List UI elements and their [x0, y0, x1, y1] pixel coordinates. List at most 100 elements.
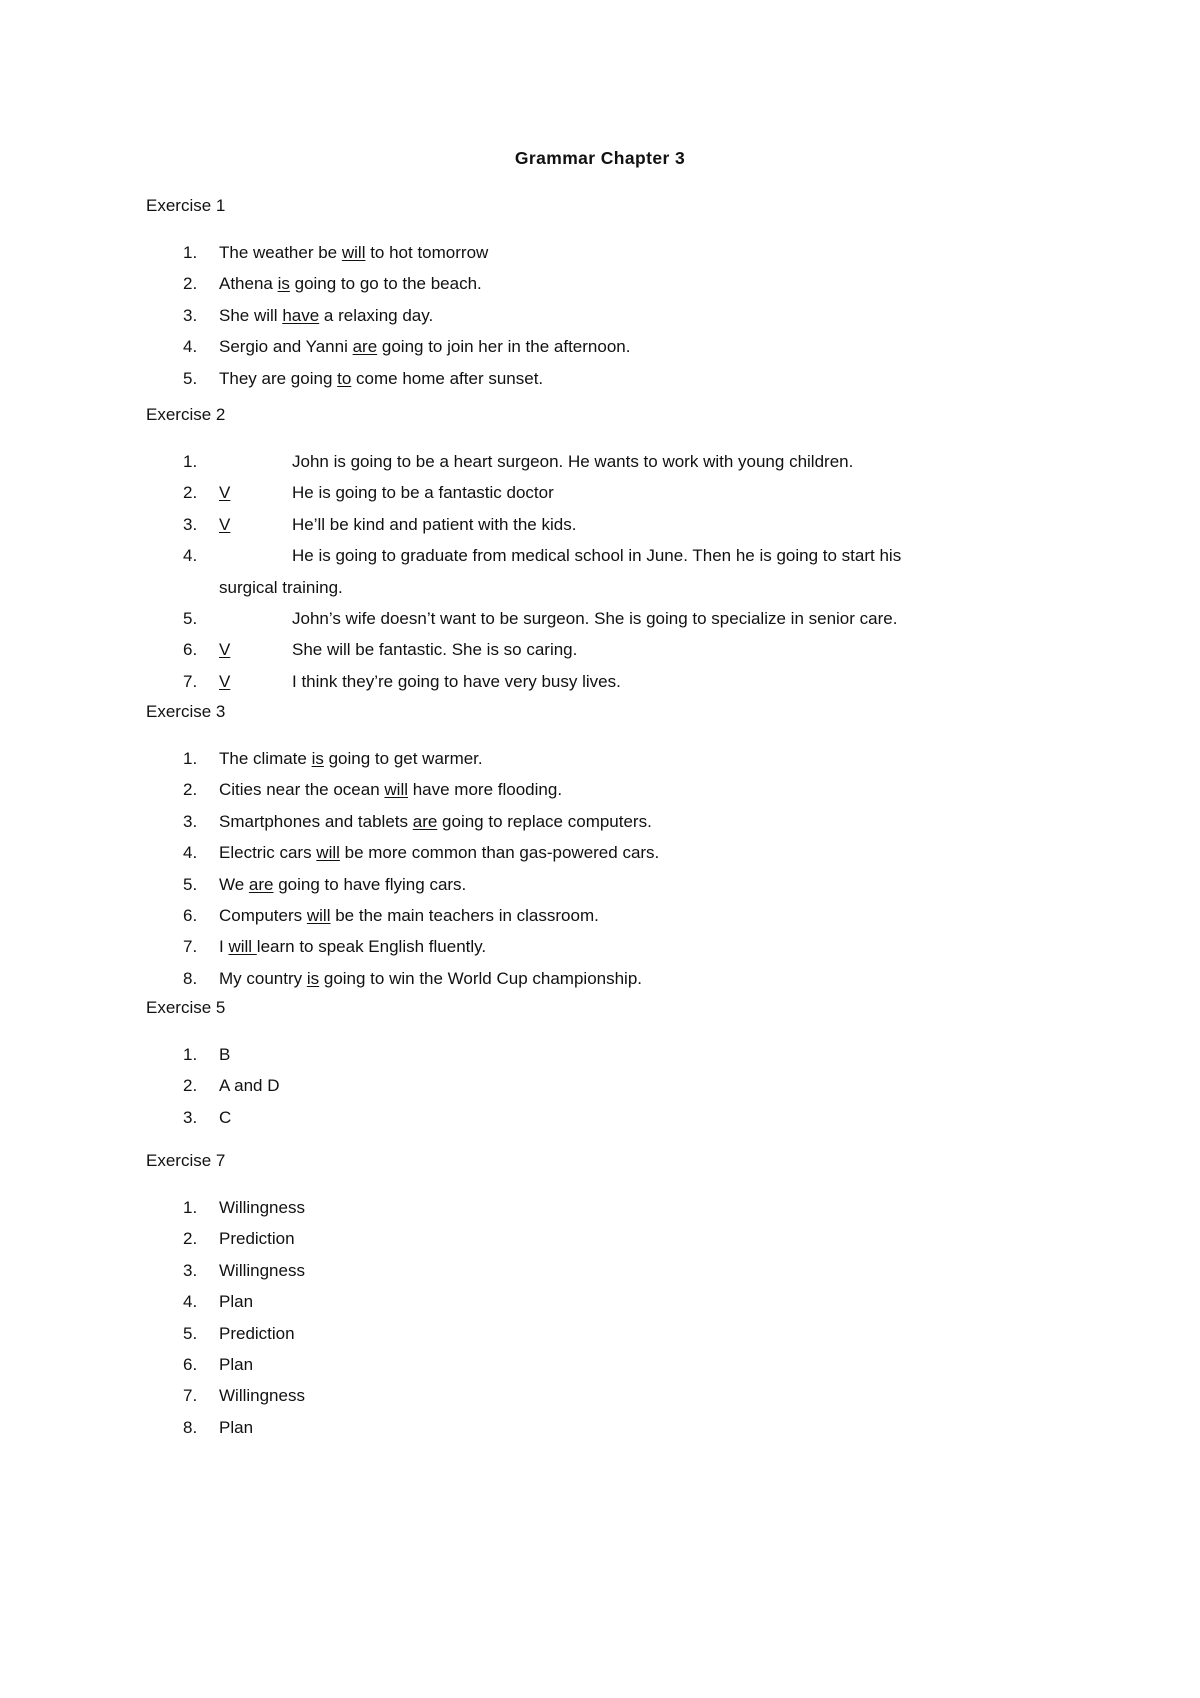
- exercise-heading: Exercise 2: [146, 405, 226, 424]
- list-item: 5. They are going to come home after sun…: [146, 368, 1046, 399]
- list-item: 4. He is going to graduate from medical …: [146, 545, 1046, 608]
- item-number: 1.: [183, 749, 198, 768]
- item-text: He is going to be a fantastic doctor: [292, 483, 554, 503]
- item-number: 6.: [183, 905, 198, 925]
- underlined-word: is: [277, 274, 290, 294]
- list-item: 8. Plan: [146, 1417, 1046, 1448]
- list-item: 1. The climate is going to get warmer.: [146, 748, 1046, 779]
- text-after: learn to speak English fluently.: [256, 937, 487, 957]
- list-item: 6. V She will be fantastic. She is so ca…: [146, 639, 1046, 670]
- underlined-word: to: [337, 368, 352, 388]
- text-after: a relaxing day.: [319, 305, 434, 325]
- exercise-2-section: Exercise 2 1. John is going to be a hear…: [146, 404, 1046, 702]
- item-text: We are going to have flying cars.: [219, 874, 466, 896]
- item-text: My country is going to win the World Cup…: [219, 968, 642, 990]
- item-text: A and D: [219, 1076, 280, 1096]
- item-text: Plan: [219, 1417, 254, 1437]
- item-text: Willingness: [219, 1386, 305, 1406]
- list-item: 7. V I think they’re going to have very …: [146, 671, 1046, 702]
- underlined-word: will: [306, 905, 331, 925]
- exercise-5-list: 1. B 2. A and D 3. C: [146, 1044, 1046, 1138]
- item-number: 3.: [183, 1260, 198, 1280]
- check-mark: V: [219, 671, 231, 691]
- item-text: John is going to be a heart surgeon. He …: [292, 452, 854, 471]
- underlined-word: will: [228, 937, 257, 957]
- exercise-heading: Exercise 7: [146, 1151, 226, 1170]
- item-number: 4.: [183, 337, 198, 357]
- item-text: John’s wife doesn’t want to be surgeon. …: [292, 608, 898, 628]
- item-text: Plan: [219, 1292, 254, 1312]
- list-item: 3. V He’ll be kind and patient with the …: [146, 514, 1046, 545]
- item-text: She will have a relaxing day.: [219, 305, 433, 327]
- list-item: 2. V He is going to be a fantastic docto…: [146, 482, 1046, 513]
- item-number: 1.: [183, 243, 198, 262]
- text-after: be more common than gas-powered cars.: [339, 843, 660, 863]
- underlined-word: will: [341, 243, 366, 262]
- item-number: 6.: [183, 640, 198, 660]
- item-text: Sergio and Yanni are going to join her i…: [219, 336, 630, 358]
- list-item: 1. Willingness: [146, 1197, 1046, 1228]
- item-number: 2.: [183, 483, 198, 503]
- list-item: 1. B: [146, 1044, 1046, 1075]
- item-number: 3.: [183, 514, 198, 534]
- underlined-word: have: [282, 305, 320, 325]
- item-number: 5.: [183, 368, 198, 388]
- item-number: 2.: [183, 274, 198, 294]
- item-text: Willingness: [219, 1198, 305, 1217]
- list-item: 2. Athena is going to go to the beach.: [146, 273, 1046, 304]
- exercise-7-section: Exercise 7 1. Willingness 2. Prediction …: [146, 1150, 1046, 1448]
- text-after: going to go to the beach.: [289, 274, 482, 294]
- underlined-word: is: [306, 968, 320, 988]
- text-after: be the main teachers in classroom.: [330, 905, 599, 925]
- list-item: 6. Plan: [146, 1354, 1046, 1385]
- item-text: Willingness: [219, 1260, 305, 1280]
- list-item: 4. Electric cars will be more common tha…: [146, 842, 1046, 873]
- item-number: 1.: [183, 452, 198, 471]
- text-before: Smartphones and tablets: [219, 811, 413, 831]
- underlined-word: is: [311, 749, 324, 768]
- underlined-word: will: [316, 843, 340, 863]
- text-after: come home after sunset.: [351, 368, 544, 388]
- item-text: He’ll be kind and patient with the kids.: [292, 514, 577, 534]
- list-item: 5. Prediction: [146, 1323, 1046, 1354]
- item-number: 7.: [183, 1386, 198, 1406]
- text-after: have more flooding.: [408, 780, 563, 800]
- exercise-1-section: Exercise 1 1. The weather be will to hot…: [146, 195, 1046, 399]
- list-item: 3. C: [146, 1107, 1046, 1138]
- exercise-3-section: Exercise 3 1. The climate is going to ge…: [146, 701, 1046, 999]
- item-number: 5.: [183, 874, 198, 894]
- item-number: 4.: [183, 1292, 198, 1312]
- item-number: 2.: [183, 780, 198, 800]
- exercise-7-list: 1. Willingness 2. Prediction 3. Willingn…: [146, 1197, 1046, 1448]
- item-text: Smartphones and tablets are going to rep…: [219, 811, 652, 833]
- text-before: Athena: [219, 274, 278, 294]
- list-item: 5. John’s wife doesn’t want to be surgeo…: [146, 608, 1046, 639]
- exercise-2-list: 1. John is going to be a heart surgeon. …: [146, 451, 1046, 702]
- text-before: Sergio and Yanni: [219, 337, 353, 357]
- item-text: C: [219, 1107, 232, 1127]
- item-text: Plan: [219, 1354, 254, 1374]
- item-number: 2.: [183, 1076, 198, 1096]
- item-number: 6.: [183, 1354, 198, 1374]
- underlined-word: are: [248, 874, 274, 894]
- text-before: Electric cars: [219, 843, 317, 863]
- list-item: 2. Prediction: [146, 1228, 1046, 1259]
- list-item: 4. Sergio and Yanni are going to join he…: [146, 336, 1046, 367]
- text-after: going to get warmer.: [323, 749, 483, 768]
- item-text: Electric cars will be more common than g…: [219, 842, 659, 864]
- text-before: The climate: [219, 749, 312, 768]
- list-item: 7. I will learn to speak English fluentl…: [146, 936, 1046, 967]
- item-number: 5.: [183, 608, 198, 628]
- item-number: 3.: [183, 305, 198, 325]
- item-text: I think they’re going to have very busy …: [292, 671, 621, 691]
- item-number: 7.: [183, 671, 198, 691]
- list-item: 8. My country is going to win the World …: [146, 968, 1046, 999]
- exercise-heading: Exercise 1: [146, 196, 226, 215]
- text-before: We: [219, 874, 249, 894]
- list-item: 3. She will have a relaxing day.: [146, 305, 1046, 336]
- item-text: B: [219, 1045, 231, 1064]
- list-item: 4. Plan: [146, 1291, 1046, 1322]
- exercise-3-list: 1. The climate is going to get warmer. 2…: [146, 748, 1046, 999]
- document-page: Grammar Chapter 3 Exercise 1 1. The weat…: [0, 0, 1200, 1698]
- item-number: 5.: [183, 1323, 198, 1343]
